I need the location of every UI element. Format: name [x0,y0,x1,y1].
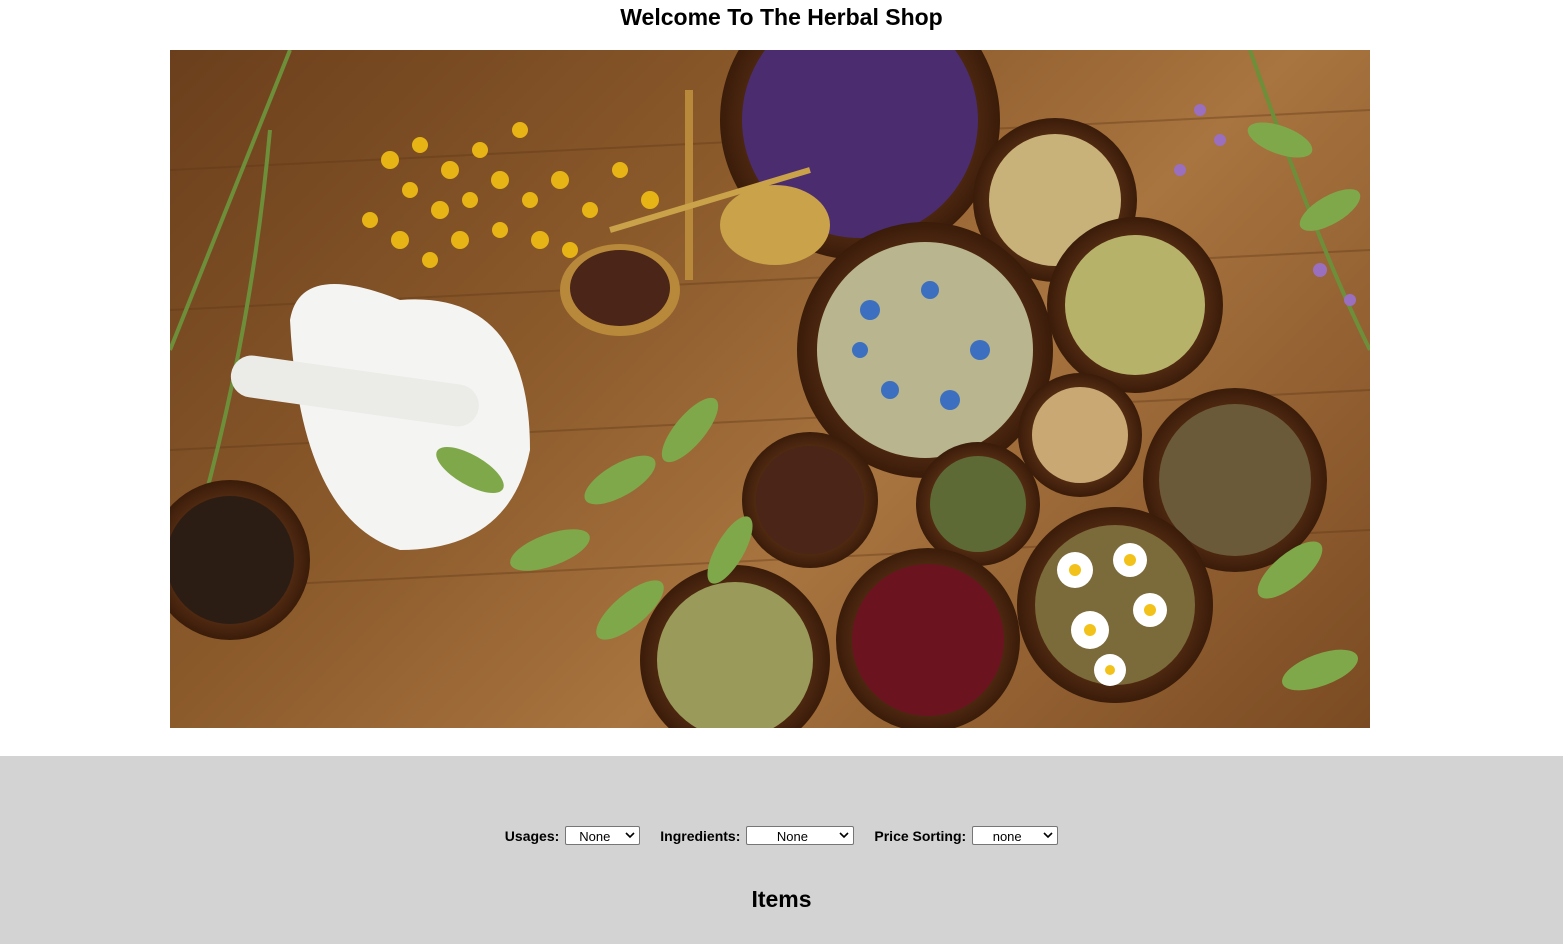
usages-label: Usages: [504,827,560,844]
ingredients-select[interactable]: None [746,826,855,845]
price-sorting-label: Price Sorting: [874,827,967,844]
chevron-down-icon [625,832,635,839]
price-sorting-filter: Price Sorting: none [874,826,1059,845]
filter-section: Usages: None Ingredients: None Price Sor… [0,756,1563,944]
items-heading: Items [751,886,812,912]
ingredients-filter: Ingredients: None [660,826,855,845]
herbal-banner-image [170,50,1370,728]
price-sorting-select-value: none [992,829,1022,844]
price-sorting-select[interactable]: none [972,826,1059,845]
usages-select[interactable]: None [565,826,641,845]
filter-bar: Usages: None Ingredients: None Price Sor… [0,826,1563,845]
ingredients-label: Ingredients: [660,827,741,844]
usages-filter: Usages: None [504,826,641,845]
ingredients-select-value: None [776,829,808,844]
page-title: Welcome To The Herbal Shop [620,4,943,30]
chevron-down-icon [839,832,849,839]
chevron-down-icon [1043,832,1053,839]
usages-select-value: None [579,829,611,844]
